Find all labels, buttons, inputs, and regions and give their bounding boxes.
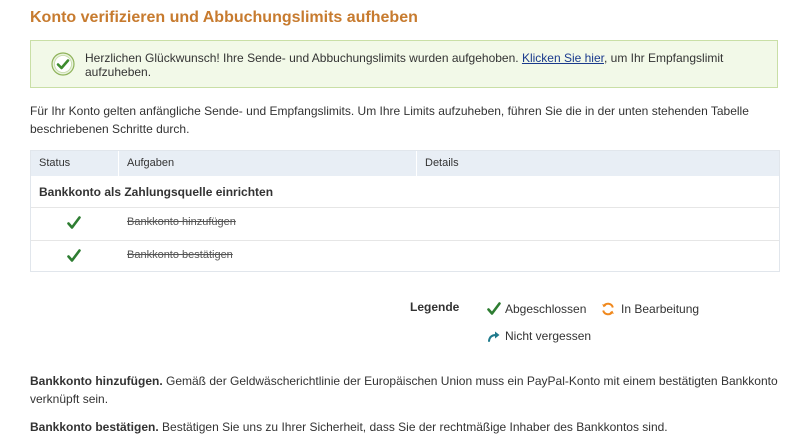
- completed-check-icon: [67, 216, 81, 229]
- header-status: Status: [39, 157, 71, 169]
- description-add-bank: Bankkonto hinzufügen. Gemäß der Geldwäsc…: [30, 372, 780, 408]
- success-text: Herzlichen Glückwunsch! Ihre Sende- und …: [85, 51, 765, 79]
- legend-in-progress: In Bearbeitung: [621, 302, 700, 316]
- description-confirm-bank: Bankkonto bestätigen. Bestätigen Sie uns…: [30, 418, 780, 436]
- page-title: Konto verifizieren und Abbuchungslimits …: [30, 9, 418, 26]
- intro-text: Für Ihr Konto gelten anfängliche Sende- …: [30, 104, 749, 136]
- legend-completed: Abgeschlossen: [505, 302, 587, 316]
- unlock-receive-limit-link[interactable]: Klicken Sie hier: [522, 51, 604, 65]
- completed-check-icon: [67, 249, 81, 262]
- header-tasks: Aufgaben: [127, 157, 175, 169]
- table-header: Status Aufgaben Details: [31, 151, 779, 176]
- header-divider: [416, 151, 417, 176]
- description-title: Bankkonto bestätigen.: [30, 420, 159, 434]
- description-text: Bestätigen Sie uns zu Ihrer Sicherheit, …: [162, 420, 668, 434]
- table-row: Bankkonto bestätigen: [31, 240, 779, 273]
- header-divider: [118, 151, 119, 176]
- completed-check-icon: [487, 302, 501, 315]
- reminder-arrow-icon: [488, 331, 500, 342]
- legend-title: Legende: [410, 300, 460, 314]
- task-label: Bankkonto bestätigen: [127, 249, 233, 261]
- success-check-icon: [51, 52, 75, 76]
- description-title: Bankkonto hinzufügen.: [30, 374, 163, 388]
- legend-dont-forget: Nicht vergessen: [505, 329, 592, 343]
- success-message-box: Herzlichen Glückwunsch! Ihre Sende- und …: [30, 40, 778, 88]
- steps-table: Status Aufgaben Details Bankkonto als Za…: [30, 150, 780, 272]
- table-row: Bankkonto hinzufügen: [31, 207, 779, 241]
- table-group-row: Bankkonto als Zahlungsquelle einrichten: [31, 176, 779, 208]
- task-label: Bankkonto hinzufügen: [127, 216, 236, 228]
- in-progress-refresh-icon: [602, 302, 614, 316]
- header-details: Details: [425, 157, 459, 169]
- group-title: Bankkonto als Zahlungsquelle einrichten: [39, 185, 274, 199]
- success-text-main: Herzlichen Glückwunsch! Ihre Sende- und …: [85, 51, 519, 65]
